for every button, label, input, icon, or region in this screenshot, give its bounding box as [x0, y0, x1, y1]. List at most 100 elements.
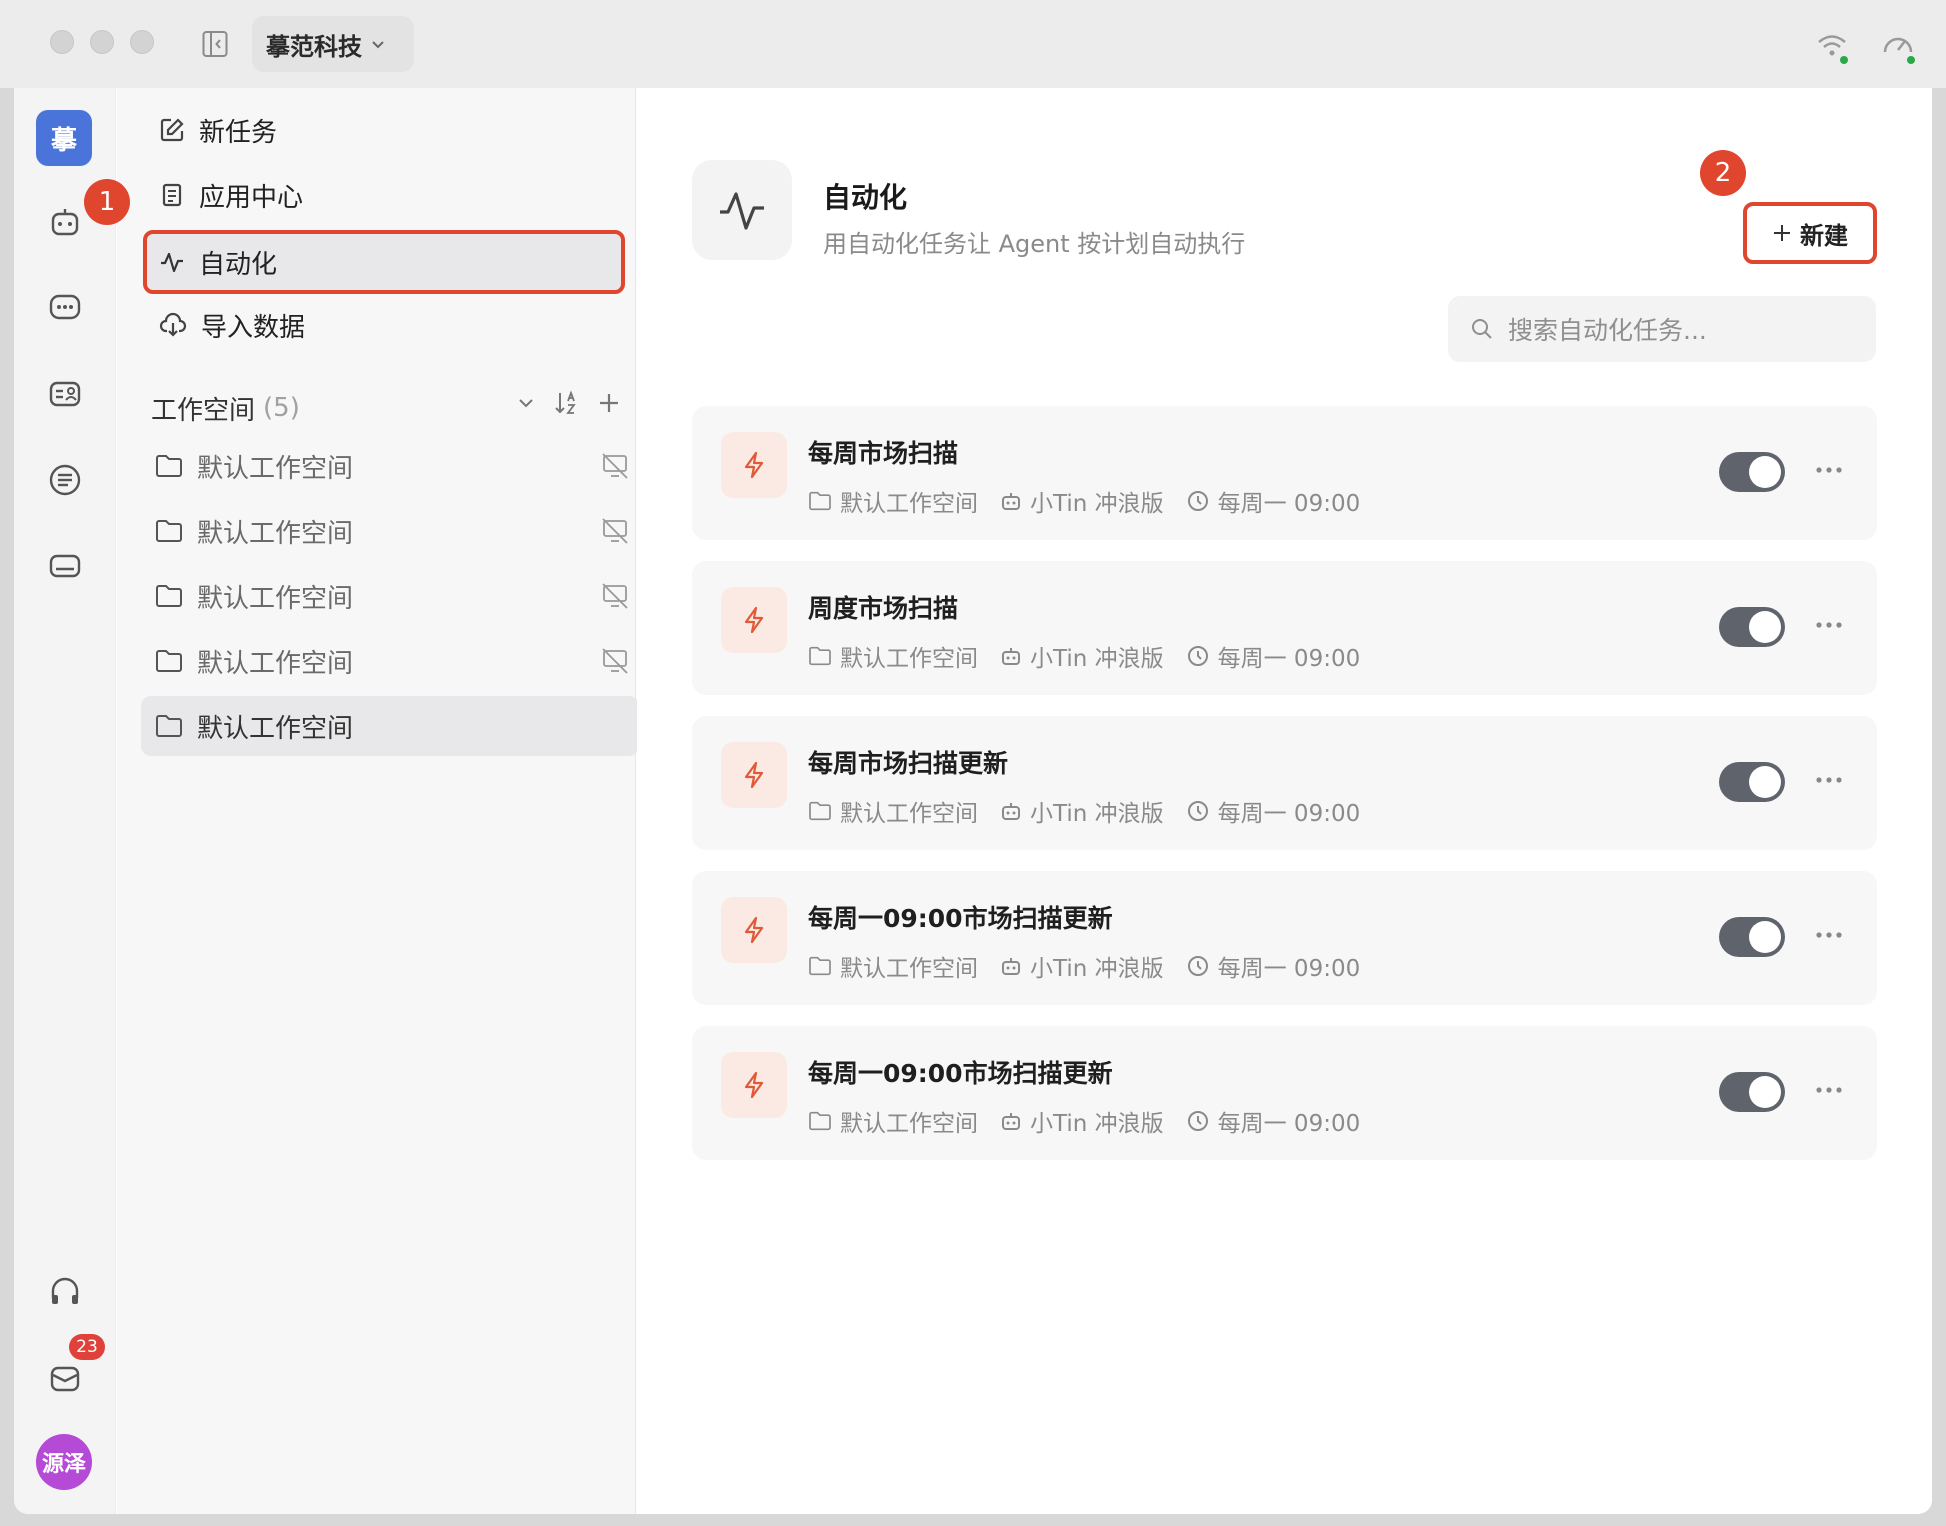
nav-item-import-data[interactable]: 导入数据 — [143, 297, 625, 353]
more-options-icon[interactable] — [1812, 1080, 1846, 1100]
org-name: 摹范科技 — [266, 32, 362, 61]
more-options-icon[interactable] — [1812, 925, 1846, 945]
main-content: 自动化 用自动化任务让 Agent 按计划自动执行 2 新建 搜索自动化任务..… — [637, 88, 1932, 1514]
task-schedule: 每周一 09:00 — [1217, 491, 1361, 517]
search-icon — [1472, 319, 1492, 339]
task-enabled-toggle[interactable] — [1719, 917, 1785, 957]
sort-az-icon[interactable] — [553, 390, 579, 416]
task-workspace: 默认工作空间 — [840, 1111, 978, 1137]
workspace-label: 默认工作空间 — [197, 583, 354, 614]
edit-icon — [160, 118, 184, 142]
automation-task-card[interactable]: 每周市场扫描 默认工作空间 小Tin 冲浪版 每周一 09:00 — [692, 406, 1877, 540]
task-enabled-toggle[interactable] — [1719, 1072, 1785, 1112]
workspace-label: 默认工作空间 — [197, 453, 354, 484]
more-options-icon[interactable] — [1812, 460, 1846, 480]
workspace-section-header: 工作空间 (5) — [151, 388, 621, 428]
task-enabled-toggle[interactable] — [1719, 452, 1785, 492]
search-placeholder: 搜索自动化任务... — [1508, 316, 1707, 345]
add-workspace-icon[interactable] — [597, 391, 621, 415]
task-title: 周度市场扫描 — [808, 594, 959, 623]
lightning-icon — [721, 1052, 787, 1118]
folder-icon — [809, 491, 831, 511]
task-workspace: 默认工作空间 — [840, 646, 978, 672]
automation-task-card[interactable]: 周度市场扫描 默认工作空间 小Tin 冲浪版 每周一 09:00 — [692, 561, 1877, 695]
task-schedule: 每周一 09:00 — [1217, 801, 1361, 827]
workspace-item[interactable]: 默认工作空间 — [141, 501, 639, 561]
workspace-item[interactable]: 默认工作空间 — [141, 436, 639, 496]
workspace-item[interactable]: 默认工作空间 — [141, 631, 639, 691]
org-switcher[interactable]: 摹范科技 — [252, 16, 414, 72]
workspace-item[interactable]: 默认工作空间 — [141, 566, 639, 626]
task-enabled-toggle[interactable] — [1719, 607, 1785, 647]
clock-icon — [1187, 646, 1208, 666]
clock-icon — [1187, 491, 1208, 511]
clock-icon — [1187, 801, 1208, 821]
lightning-icon — [721, 432, 787, 498]
task-meta: 默认工作空间 小Tin 冲浪版 每周一 09:00 — [808, 1104, 1382, 1138]
folder-icon — [156, 585, 182, 607]
window-zoom-button[interactable] — [130, 30, 154, 54]
robot-icon — [1002, 493, 1020, 510]
wifi-status-icon[interactable] — [1814, 28, 1850, 64]
page-subtitle: 用自动化任务让 Agent 按计划自动执行 — [823, 230, 1246, 258]
nav-item-label: 导入数据 — [201, 312, 306, 343]
nav-item-label: 应用中心 — [199, 182, 304, 213]
screen-off-icon[interactable] — [601, 452, 629, 480]
robot-icon — [1002, 1113, 1020, 1130]
workspace-label: 默认工作空间 — [197, 713, 354, 744]
annotation-marker-1: 1 — [84, 179, 130, 225]
automation-search-input[interactable]: 搜索自动化任务... — [1448, 296, 1876, 362]
task-title: 每周一09:00市场扫描更新 — [808, 904, 1113, 933]
speed-gauge-icon[interactable] — [1880, 28, 1916, 64]
screen-off-icon[interactable] — [601, 647, 629, 675]
workspace-logo[interactable]: 摹 — [36, 110, 92, 166]
task-title: 每周市场扫描更新 — [808, 749, 1009, 778]
plus-icon — [1774, 225, 1790, 241]
folder-icon — [156, 520, 182, 542]
folder-icon — [809, 646, 831, 666]
chevron-down-icon[interactable] — [517, 394, 535, 412]
window-minimize-button[interactable] — [90, 30, 114, 54]
task-agent: 小Tin 冲浪版 — [1030, 801, 1164, 827]
nav-item-label: 自动化 — [199, 249, 278, 280]
cloud-download-icon — [159, 312, 187, 337]
task-enabled-toggle[interactable] — [1719, 762, 1785, 802]
task-agent: 小Tin 冲浪版 — [1030, 491, 1164, 517]
task-schedule: 每周一 09:00 — [1217, 956, 1361, 982]
automation-task-card[interactable]: 每周一09:00市场扫描更新 默认工作空间 小Tin 冲浪版 每周一 09:00 — [692, 871, 1877, 1005]
task-workspace: 默认工作空间 — [840, 491, 978, 517]
automation-task-card[interactable]: 每周一09:00市场扫描更新 默认工作空间 小Tin 冲浪版 每周一 09:00 — [692, 1026, 1877, 1160]
mail-icon[interactable] — [47, 1360, 83, 1396]
automation-task-card[interactable]: 每周市场扫描更新 默认工作空间 小Tin 冲浪版 每周一 09:00 — [692, 716, 1877, 850]
robot-icon — [1002, 958, 1020, 975]
screen-off-icon[interactable] — [601, 517, 629, 545]
nav-item-automation[interactable]: 自动化 — [143, 230, 625, 294]
robot-icon[interactable] — [47, 204, 83, 240]
task-meta: 默认工作空间 小Tin 冲浪版 每周一 09:00 — [808, 484, 1382, 518]
workspace-item-selected[interactable]: 默认工作空间 — [141, 696, 639, 756]
task-meta: 默认工作空间 小Tin 冲浪版 每周一 09:00 — [808, 639, 1382, 673]
pulse-icon — [720, 192, 764, 230]
pulse-icon — [161, 252, 183, 273]
workspace-label: 默认工作空间 — [197, 648, 354, 679]
sidebar-toggle-icon[interactable] — [202, 30, 228, 58]
list-note-icon[interactable] — [47, 462, 83, 498]
chat-icon[interactable] — [47, 290, 83, 326]
contacts-card-icon[interactable] — [47, 376, 83, 412]
user-avatar[interactable]: 源泽 — [36, 1434, 92, 1490]
support-headset-icon[interactable] — [47, 1274, 83, 1310]
nav-item-new-task[interactable]: 新任务 — [143, 102, 625, 158]
nav-item-app-center[interactable]: 应用中心 — [143, 167, 625, 223]
more-options-icon[interactable] — [1812, 615, 1846, 635]
task-agent: 小Tin 冲浪版 — [1030, 956, 1164, 982]
new-automation-button[interactable]: 新建 — [1743, 202, 1877, 264]
title-bar: 摹范科技 — [0, 0, 1946, 88]
screen-off-icon[interactable] — [601, 582, 629, 610]
folder-drawer-icon[interactable] — [47, 548, 83, 584]
more-options-icon[interactable] — [1812, 770, 1846, 790]
task-meta: 默认工作空间 小Tin 冲浪版 每周一 09:00 — [808, 949, 1382, 983]
lightning-icon — [721, 742, 787, 808]
robot-icon — [1002, 648, 1020, 665]
window-close-button[interactable] — [50, 30, 74, 54]
task-meta: 默认工作空间 小Tin 冲浪版 每周一 09:00 — [808, 794, 1382, 828]
